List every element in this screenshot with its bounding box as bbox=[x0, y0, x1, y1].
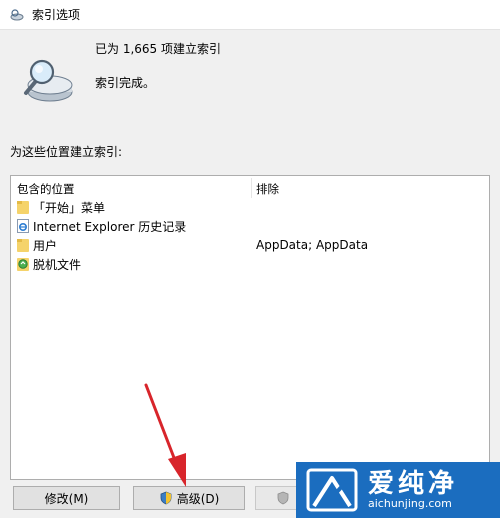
shield-icon bbox=[160, 491, 172, 505]
window-title: 索引选项 bbox=[32, 8, 81, 22]
internet-explorer-icon bbox=[17, 218, 29, 234]
location-name: 用户 bbox=[33, 238, 58, 253]
location-exclusions: AppData; AppData bbox=[256, 238, 369, 252]
watermark-url: aichunjing.com bbox=[368, 497, 452, 510]
folder-icon bbox=[17, 237, 29, 253]
watermark-title: 爱纯净 bbox=[368, 469, 459, 499]
indexing-magnifier-icon bbox=[22, 57, 74, 105]
location-name: 「开始」菜单 bbox=[33, 200, 106, 215]
list-item[interactable]: Internet Explorer 历史记录 bbox=[17, 217, 186, 235]
shield-icon bbox=[277, 491, 289, 505]
watermark-banner: 爱纯净 aichunjing.com bbox=[296, 462, 500, 518]
locations-section-label: 为这些位置建立索引: bbox=[10, 145, 123, 159]
column-header-included[interactable]: 包含的位置 bbox=[17, 181, 75, 197]
list-item[interactable]: 脱机文件 bbox=[17, 255, 81, 273]
column-divider[interactable] bbox=[251, 178, 252, 198]
indexing-status-text: 索引完成。 bbox=[95, 76, 156, 90]
column-header-excluded[interactable]: 排除 bbox=[256, 181, 279, 197]
indexing-options-icon bbox=[10, 8, 24, 22]
aichunjing-logo-icon bbox=[306, 468, 358, 512]
indexed-locations-list[interactable]: 包含的位置 排除 「开始」菜单 Internet Explorer 历史记录 用… bbox=[10, 175, 490, 480]
title-bar: 索引选项 bbox=[0, 0, 500, 30]
red-arrow-annotation bbox=[144, 383, 186, 487]
modify-button[interactable]: 修改(M) bbox=[13, 486, 120, 510]
offline-files-icon bbox=[17, 256, 29, 272]
list-item[interactable]: 用户 bbox=[17, 236, 57, 254]
indexed-count-text: 已为 1,665 项建立索引 bbox=[95, 42, 221, 56]
location-name: 脱机文件 bbox=[33, 257, 82, 272]
location-name: Internet Explorer 历史记录 bbox=[33, 219, 187, 234]
folder-icon bbox=[17, 199, 29, 215]
list-item[interactable]: 「开始」菜单 bbox=[17, 198, 105, 216]
